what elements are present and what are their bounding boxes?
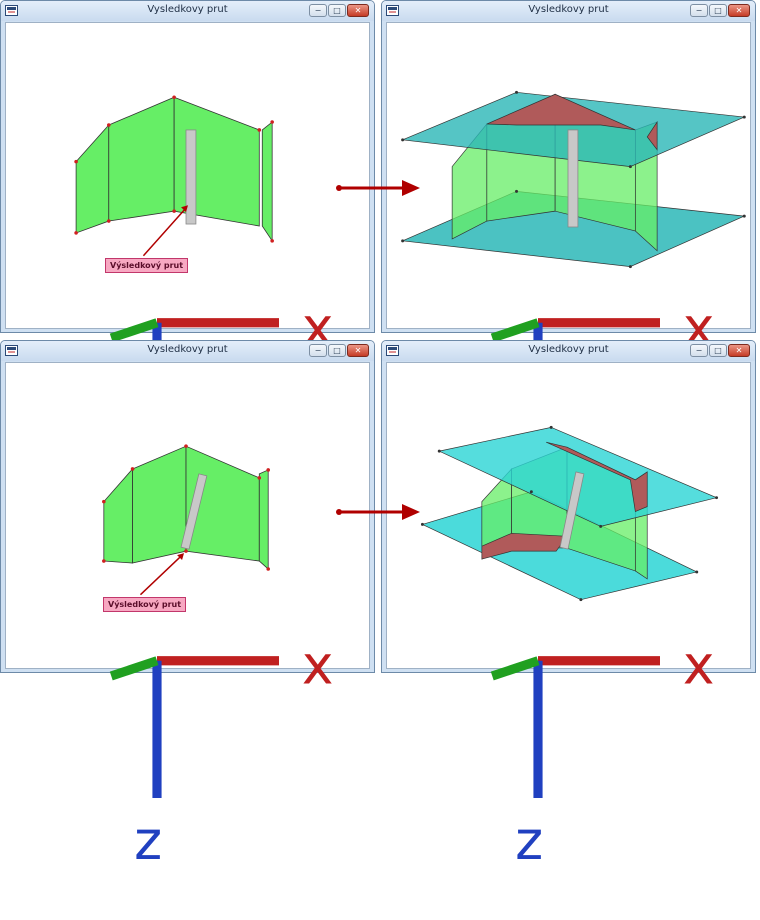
maximize-button[interactable]: □ xyxy=(328,4,346,17)
wall-panel[interactable] xyxy=(75,123,110,234)
window-bottom-left: Vysledkovy prut − □ ✕ Výsledkový prut x … xyxy=(0,340,375,872)
axes-icon: x z xyxy=(490,634,715,872)
axis-z-label: z xyxy=(134,809,162,872)
axis-z-label: z xyxy=(515,809,543,872)
minimize-button[interactable]: − xyxy=(690,4,708,17)
3d-viewport[interactable]: Výsledkový prut x z xyxy=(5,362,370,872)
minimize-button[interactable]: − xyxy=(309,4,327,17)
window-bottom-right: Vysledkovy prut − □ ✕ x z xyxy=(381,340,756,872)
result-member[interactable] xyxy=(567,129,579,228)
window-top-right: Vysledkovy prut − □ ✕ x xyxy=(381,0,756,534)
axes-icon: x z xyxy=(109,634,334,872)
callout-pointer xyxy=(139,556,181,596)
window-top-left: Vysledkovy prut − □ ✕ Výsledkový prut x xyxy=(0,0,375,534)
result-member-callout: Výsledkový prut xyxy=(103,597,187,612)
axis-x-label: x xyxy=(302,634,334,697)
maximize-button[interactable]: □ xyxy=(709,4,727,17)
result-member-callout: Výsledkový prut xyxy=(105,258,189,273)
title-bar[interactable]: Vysledkovy prut − □ ✕ xyxy=(1,341,374,361)
title-bar[interactable]: Vysledkovy prut − □ ✕ xyxy=(382,1,755,21)
wall-panel[interactable] xyxy=(132,445,187,564)
title-bar[interactable]: Vysledkovy prut − □ ✕ xyxy=(1,1,374,21)
minimize-button[interactable]: − xyxy=(690,344,708,357)
result-member[interactable] xyxy=(185,129,197,225)
close-button[interactable]: ✕ xyxy=(728,344,750,357)
wall-panel[interactable] xyxy=(103,467,133,564)
title-bar[interactable]: Vysledkovy prut − □ ✕ xyxy=(382,341,755,361)
maximize-button[interactable]: □ xyxy=(328,344,346,357)
transition-arrow-icon xyxy=(336,504,420,520)
wall-panel[interactable] xyxy=(108,96,175,222)
minimize-button[interactable]: − xyxy=(309,344,327,357)
3d-viewport[interactable]: Výsledkový prut x z xyxy=(5,22,370,534)
callout-pointer xyxy=(142,208,186,257)
3d-viewport[interactable]: x z xyxy=(386,22,751,534)
close-button[interactable]: ✕ xyxy=(347,344,369,357)
maximize-button[interactable]: □ xyxy=(709,344,727,357)
close-button[interactable]: ✕ xyxy=(728,4,750,17)
transition-arrow-icon xyxy=(336,180,420,196)
wall-panel[interactable] xyxy=(258,469,269,570)
wall-panel[interactable] xyxy=(261,121,273,243)
close-button[interactable]: ✕ xyxy=(347,4,369,17)
3d-viewport[interactable]: x z xyxy=(386,362,751,872)
axis-x-label: x xyxy=(683,634,715,697)
